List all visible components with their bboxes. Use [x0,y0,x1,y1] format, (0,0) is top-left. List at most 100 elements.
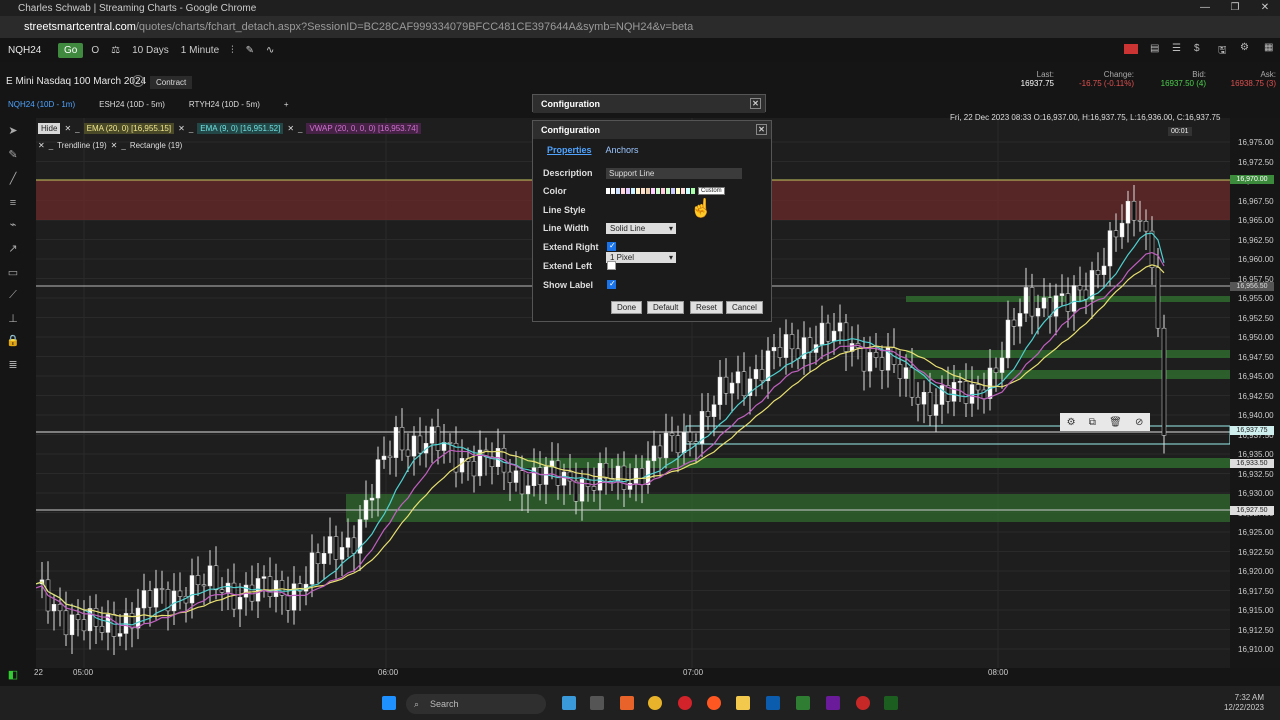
symbol-input[interactable]: NQH24 [8,45,58,56]
app-icon[interactable] [826,696,840,710]
remove-icon[interactable]: ✕ [178,124,185,133]
color-swatch[interactable] [641,188,645,194]
taskview-icon[interactable] [590,696,604,710]
address-bar[interactable]: streetsmartcentral.com /quotes/charts/fc… [0,16,1280,38]
hide-button[interactable]: Hide [38,123,61,134]
color-swatch[interactable] [611,188,615,194]
cancel-button[interactable]: Cancel [726,301,763,314]
app3-icon[interactable] [884,696,898,710]
close-icon[interactable]: ✕ [756,124,767,135]
ema20-label[interactable]: EMA (20, 0) [16,955.15] [83,123,175,134]
color-swatch[interactable] [671,188,675,194]
done-button[interactable]: Done [611,301,643,314]
list-icon[interactable]: ☰ [1172,43,1181,54]
color-swatch[interactable] [651,188,655,194]
go-button[interactable]: Go [58,42,84,58]
time-axis[interactable]: 22 05:00 06:00 07:00 08:00 [34,668,1230,680]
taskbar-search[interactable]: ⌕ Search [406,694,546,714]
flag-icon[interactable] [1124,44,1138,54]
extend-right-checkbox[interactable] [607,241,616,251]
ema9-label[interactable]: EMA (9, 0) [16,951.52] [197,123,284,134]
trendline-label[interactable]: Trendline (19) [57,141,107,150]
color-swatch[interactable] [691,188,695,194]
pencil-icon[interactable]: ✎ [6,148,20,162]
restore-icon[interactable]: ❐ [1220,0,1250,16]
extend-left-checkbox[interactable] [607,261,616,270]
line-width-select[interactable]: 1 Pixel [606,252,676,263]
circle-icon[interactable]: O [91,45,99,56]
copy-icon[interactable]: ⧉ [1089,417,1096,428]
remove-icon[interactable]: ✕ [64,124,71,133]
visibility-icon[interactable]: ⊘ [1135,417,1143,428]
price-axis[interactable]: 16,975.00 16,972.50 16,970.00 16,967.50 16,9… [1230,118,1280,668]
excel-icon[interactable] [796,696,810,710]
trash-icon[interactable]: 🗑 [1109,417,1122,428]
remove-icon[interactable]: ✕ [287,124,294,133]
channel-icon[interactable]: ≡ [6,196,20,210]
tab-nqh24[interactable]: NQH24 (10D - 1m) [8,100,75,109]
color-swatch[interactable] [681,188,685,194]
firefox-icon[interactable] [707,696,721,710]
system-clock[interactable]: 7:32 AM 12/22/2023 [1224,693,1264,713]
text-icon[interactable]: ≣ [6,358,20,372]
remove-icon[interactable]: ✕ [38,141,45,150]
draw-icon[interactable]: ✎ [246,45,254,56]
tab-properties[interactable]: Properties [547,145,592,155]
default-button[interactable]: Default [647,301,685,314]
tab-anchors[interactable]: Anchors [606,145,639,155]
reset-button[interactable]: Reset [690,301,723,314]
color-swatch[interactable] [606,188,610,194]
brave-icon[interactable] [620,696,634,710]
color-swatch[interactable] [676,188,680,194]
measure-icon[interactable]: ⊥ [6,312,20,326]
close-icon[interactable]: ✕ [1250,0,1280,16]
studies-icon[interactable]: ∿ [266,45,274,56]
vwap-label[interactable]: VWAP (20, 0, 0, 0) [16,953.74] [306,123,421,134]
rectangle-icon[interactable]: ▭ [6,266,20,280]
tab-esh24[interactable]: ESH24 (10D - 5m) [99,100,165,109]
scale-icon[interactable]: ⚖ [111,45,120,56]
description-input[interactable]: Support Line [606,168,742,179]
page-icon[interactable]: ▤ [1150,43,1159,54]
color-swatch[interactable] [666,188,670,194]
line-style-select[interactable]: Solid Line [606,223,676,234]
save-icon[interactable]: 🖫 [1218,43,1227,60]
info-icon[interactable]: i [132,75,144,87]
minimize-icon[interactable]: — [1190,0,1220,16]
remove-icon[interactable]: ✕ [111,141,118,150]
explorer-icon[interactable] [736,696,750,710]
gear-icon[interactable]: ⚙ [1240,42,1249,53]
settings-icon[interactable]: ⚙ [1067,417,1076,428]
copilot-icon[interactable] [562,696,576,710]
grid-icon[interactable]: ▦ [1264,42,1273,53]
color-swatch[interactable] [656,188,660,194]
tab-rtyh24[interactable]: RTYH24 (10D - 5m) [189,100,260,109]
app2-icon[interactable] [856,696,870,710]
dollar-icon[interactable]: $ [1194,43,1200,54]
color-swatch[interactable] [646,188,650,194]
custom-color-button[interactable]: Custom [698,187,725,195]
windows-start-icon[interactable] [382,696,396,710]
fib-icon[interactable]: ⌁ [6,218,20,232]
chrome-icon[interactable] [648,696,662,710]
color-swatch[interactable] [631,188,635,194]
color-swatch[interactable] [636,188,640,194]
close-icon[interactable]: ✕ [750,98,761,109]
cursor-icon[interactable]: ➤ [6,124,20,138]
store-icon[interactable] [766,696,780,710]
rectangle-label[interactable]: Rectangle (19) [130,141,182,150]
arrow-icon[interactable]: ↗ [6,242,20,256]
color-swatch[interactable] [621,188,625,194]
color-swatch[interactable] [616,188,620,194]
contract-button[interactable]: Contract [150,76,193,89]
show-label-checkbox[interactable] [607,279,616,289]
color-swatch[interactable] [661,188,665,194]
interval-select[interactable]: 1 Minute [181,45,219,56]
line-icon[interactable]: ╱ [6,172,20,186]
color-palette[interactable]: Custom [606,187,725,195]
opera-icon[interactable] [678,696,692,710]
period-select[interactable]: 10 Days [132,45,169,56]
add-tab-button[interactable]: + [284,100,289,109]
ruler-icon[interactable]: ⟋ [6,288,20,302]
color-swatch[interactable] [626,188,630,194]
